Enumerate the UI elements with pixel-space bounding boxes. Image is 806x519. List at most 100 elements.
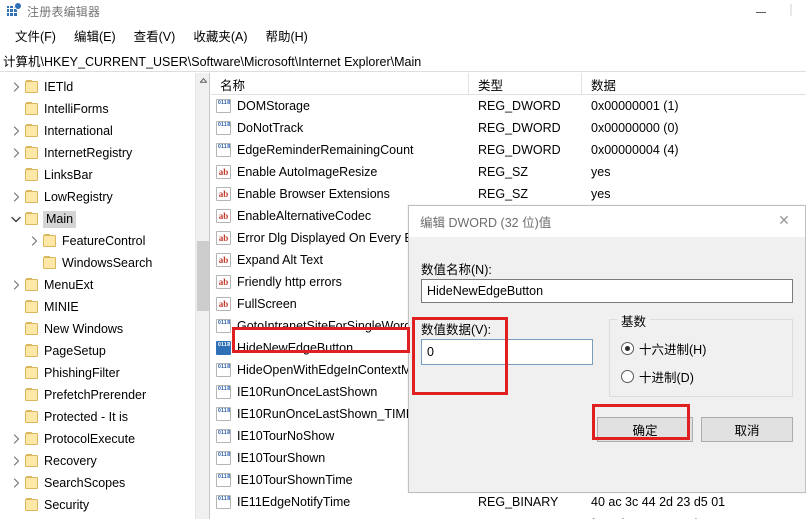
tree-item-searchscopes[interactable]: SearchScopes <box>0 472 196 494</box>
registry-path: 计算机\HKEY_CURRENT_USER\Software\Microsoft… <box>3 55 422 69</box>
tree-indent-spacer <box>8 406 24 428</box>
window-controls <box>746 0 806 22</box>
menu-file[interactable]: 文件(F) <box>6 23 65 49</box>
radio-hexadecimal[interactable]: 十六进制(H) <box>621 339 706 358</box>
folder-icon <box>24 168 40 182</box>
tree-item-pagesetup[interactable]: PageSetup <box>0 340 196 362</box>
tree-item-label: MINIE <box>44 300 79 314</box>
value-type-cell: REG_SZ <box>478 187 529 201</box>
close-icon[interactable]: ✕ <box>763 206 805 235</box>
value-data-input[interactable]: 0 <box>421 339 593 365</box>
value-name-cell: EdgeReminderRemainingCount <box>211 143 469 157</box>
value-row[interactable]: DOMStorage REG_DWORD 0x00000001 (1) <box>211 95 806 117</box>
cancel-button[interactable]: 取消 <box>701 417 793 442</box>
tree-item-windowssearch[interactable]: WindowsSearch <box>0 252 196 274</box>
scroll-thumb[interactable] <box>197 241 209 311</box>
value-name-input[interactable]: HideNewEdgeButton <box>421 279 793 303</box>
tree-item-security[interactable]: Security <box>0 494 196 516</box>
tree-item-main[interactable]: Main <box>0 208 196 230</box>
chevron-right-icon[interactable] <box>8 186 24 208</box>
folder-icon <box>24 410 40 424</box>
chevron-right-icon[interactable] <box>8 450 24 472</box>
string-value-icon <box>216 209 231 223</box>
tree-indent-spacer <box>8 384 24 406</box>
base-group-label: 基数 <box>617 311 651 330</box>
tree-item-ietld[interactable]: IETld <box>0 76 196 98</box>
radio-decimal[interactable]: 十进制(D) <box>621 367 694 386</box>
minimize-button[interactable] <box>746 0 776 20</box>
tree-item-minie[interactable]: MINIE <box>0 296 196 318</box>
value-row[interactable]: DoNotTrack REG_DWORD 0x00000000 (0) <box>211 117 806 139</box>
value-row[interactable]: Enable AutoImageResize REG_SZ yes <box>211 161 806 183</box>
dword-value-icon <box>216 451 231 465</box>
radio-hexadecimal-indicator <box>621 342 634 355</box>
chevron-right-icon[interactable] <box>26 230 42 252</box>
tree-item-menuext[interactable]: MenuExt <box>0 274 196 296</box>
tree-vertical-scrollbar[interactable] <box>195 73 209 519</box>
tree-indent-spacer <box>8 362 24 384</box>
tree-indent-spacer <box>8 340 24 362</box>
string-value-icon <box>216 231 231 245</box>
chevron-right-icon[interactable] <box>8 120 24 142</box>
chevron-right-icon[interactable] <box>8 274 24 296</box>
chevron-down-icon[interactable] <box>8 208 24 230</box>
tree-item-new-windows[interactable]: New Windows <box>0 318 196 340</box>
value-name-cell: DOMStorage <box>211 99 469 113</box>
chevron-right-icon[interactable] <box>8 428 24 450</box>
value-data-cell: yes <box>591 165 611 179</box>
value-row[interactable]: Enable Browser Extensions REG_SZ yes <box>211 183 806 205</box>
chevron-right-icon[interactable] <box>8 472 24 494</box>
value-name-cell: DoNotTrack <box>211 121 469 135</box>
column-header-name[interactable]: 名称 <box>211 73 469 95</box>
registry-tree-pane: IETld IntelliForms International InternetRe… <box>0 73 210 519</box>
dword-value-icon <box>216 99 231 113</box>
string-value-icon <box>216 275 231 289</box>
chevron-right-icon[interactable] <box>8 76 24 98</box>
tree-item-label: WindowsSearch <box>62 256 153 270</box>
tree-item-label: Security <box>44 498 90 512</box>
value-row[interactable]: IE11EdgeNotifyTime REG_BINARY 40 ac 3c 44 … <box>211 491 806 513</box>
tree-item-label: InternetRegistry <box>44 146 133 160</box>
menu-view[interactable]: 查看(V) <box>125 23 185 49</box>
tree-item-label: PrefetchPrerender <box>44 388 147 402</box>
tree-item-protected-it-is[interactable]: Protected - It is <box>0 406 196 428</box>
tree-item-phishingfilter[interactable]: PhishingFilter <box>0 362 196 384</box>
value-name-text: DOMStorage <box>237 99 310 113</box>
value-row[interactable]: EdgeReminderRemainingCount REG_DWORD 0x000… <box>211 139 806 161</box>
folder-icon <box>24 498 40 512</box>
address-bar[interactable]: 计算机\HKEY_CURRENT_USER\Software\Microsoft… <box>0 50 806 72</box>
registry-editor-icon <box>5 3 21 19</box>
string-value-icon <box>216 187 231 201</box>
tree-item-featurecontrol[interactable]: FeatureControl <box>0 230 196 252</box>
tree-item-protocolexecute[interactable]: ProtocolExecute <box>0 428 196 450</box>
tree-item-label: FeatureControl <box>62 234 146 248</box>
column-header-data[interactable]: 数据 <box>582 73 806 95</box>
column-header-type[interactable]: 类型 <box>469 73 582 95</box>
menu-help[interactable]: 帮助(H) <box>256 23 316 49</box>
tree-item-label: ProtocolExecute <box>44 432 136 446</box>
folder-icon <box>24 212 40 226</box>
value-row[interactable]: REG_BINARYf7 8c b6 90 3c 82 d5 01 <box>211 513 806 519</box>
dialog-title: 编辑 DWORD (32 位)值 <box>420 216 552 230</box>
value-name-text: IE11EdgeNotifyTime <box>237 495 351 509</box>
tree-item-intelliforms[interactable]: IntelliForms <box>0 98 196 120</box>
tree-item-prefetchprerender[interactable]: PrefetchPrerender <box>0 384 196 406</box>
folder-icon <box>24 300 40 314</box>
registry-tree: IETld IntelliForms International InternetRe… <box>0 73 196 519</box>
chevron-right-icon[interactable] <box>8 142 24 164</box>
scroll-up-arrow-icon[interactable] <box>196 73 209 87</box>
value-name-text: EdgeReminderRemainingCount <box>237 143 414 157</box>
folder-icon <box>24 124 40 138</box>
menu-favorites[interactable]: 收藏夹(A) <box>184 23 256 49</box>
value-name-cell: Enable Browser Extensions <box>211 187 469 201</box>
tree-item-lowregistry[interactable]: LowRegistry <box>0 186 196 208</box>
ok-button[interactable]: 确定 <box>597 417 693 442</box>
dword-value-icon <box>216 473 231 487</box>
window-title: 注册表编辑器 <box>27 4 101 19</box>
menu-edit[interactable]: 编辑(E) <box>65 23 125 49</box>
value-data-cell: 0x00000000 (0) <box>591 121 679 135</box>
tree-item-linksbar[interactable]: LinksBar <box>0 164 196 186</box>
tree-item-internetregistry[interactable]: InternetRegistry <box>0 142 196 164</box>
tree-item-international[interactable]: International <box>0 120 196 142</box>
tree-item-recovery[interactable]: Recovery <box>0 450 196 472</box>
